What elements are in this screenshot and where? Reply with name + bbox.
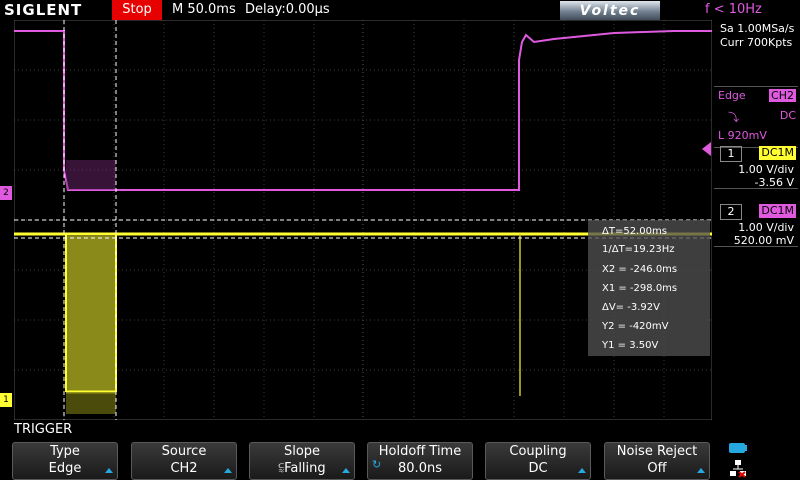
cursor-x2: X2 = -246.0ms <box>602 264 678 275</box>
ch1-offset: -3.56 V <box>754 176 794 189</box>
ch1-coupling: DC1M <box>759 146 796 160</box>
noise-reject-button[interactable]: Noise Reject Off <box>604 442 710 480</box>
trigger-slope-button[interactable]: Slope ⫉Falling <box>249 442 355 480</box>
cursor-x1: X1 = -298.0ms <box>602 283 678 294</box>
trigger-summary[interactable]: Edge CH2 ⤵ DC L 920mV <box>714 86 798 148</box>
ch2-info[interactable]: 2 DC1M 1.00 V/div 520.00 mV <box>714 202 798 247</box>
inverse-delta-t: 1/ΔT=19.23Hz <box>602 244 675 255</box>
select-arrow-icon <box>105 468 113 473</box>
select-arrow-icon <box>224 468 232 473</box>
side-info-panel: Sa 1.00MSa/s Curr 700Kpts Edge CH2 ⤵ DC … <box>712 20 800 440</box>
button-label: Type <box>50 444 80 459</box>
ch2-trace <box>14 30 712 191</box>
holdoff-time-button[interactable]: Holdoff Time 80.0ns ↻ <box>367 442 473 480</box>
network-disconnected-icon <box>730 460 746 478</box>
memory-depth: Curr 700Kpts <box>720 36 793 49</box>
usb-icon <box>729 443 747 453</box>
button-label: Coupling <box>509 444 567 459</box>
trigger-type-button[interactable]: Type Edge <box>12 442 118 480</box>
trigger-level: L 920mV <box>718 129 767 142</box>
ch2-offset: 520.00 mV <box>733 234 794 247</box>
delta-v: ΔV= -3.92V <box>602 302 660 313</box>
trigger-source: CH2 <box>769 89 796 102</box>
brand-logo: SIGLENT <box>4 1 83 19</box>
cursor-measurement-panel: ΔT=52.00ms 1/ΔT=19.23Hz X2 = -246.0ms X1… <box>588 220 710 356</box>
button-value: 80.0ns <box>398 461 442 476</box>
frequency-counter: f < 10Hz <box>705 2 762 17</box>
select-arrow-icon <box>342 468 350 473</box>
ch1-info[interactable]: 1 DC1M 1.00 V/div -3.56 V <box>714 144 798 189</box>
knob-adjust-icon: ↻ <box>372 458 382 471</box>
timebase-readout: M 50.0ms <box>172 2 236 17</box>
ch2-coupling: DC1M <box>759 204 796 218</box>
button-value: ⫉Falling <box>278 461 326 476</box>
button-value: Edge <box>48 461 82 476</box>
trigger-source-button[interactable]: Source CH2 <box>131 442 237 480</box>
delta-t: ΔT=52.00ms <box>602 226 667 237</box>
select-arrow-icon <box>578 468 586 473</box>
ch1-volts-div: 1.00 V/div <box>738 163 794 176</box>
button-label: Noise Reject <box>616 444 698 459</box>
ch2-volts-div: 1.00 V/div <box>738 221 794 234</box>
ch2-number: 2 <box>720 204 742 220</box>
falling-edge-icon: ⤵ <box>728 111 739 124</box>
sample-rate: Sa 1.00MSa/s <box>720 22 795 35</box>
ch1-marker: 1 <box>0 393 12 407</box>
ch2-marker: 2 <box>0 186 12 200</box>
acquisition-info: Sa 1.00MSa/s Curr 700Kpts <box>720 22 794 50</box>
trigger-coupling: DC <box>779 109 796 122</box>
button-value: DC <box>528 461 548 476</box>
trigger-level-pointer-icon <box>702 142 711 156</box>
trigger-type: Edge <box>718 89 746 102</box>
delay-readout: Delay:0.00µs <box>245 2 330 17</box>
cursor-y1: Y1 = 3.50V <box>602 340 659 351</box>
ch1-number: 1 <box>720 146 742 162</box>
cursor-y2: Y2 = -420mV <box>602 321 669 332</box>
button-label: Slope <box>283 444 321 459</box>
button-label: Holdoff Time <box>378 444 462 459</box>
select-arrow-icon <box>697 468 705 473</box>
status-bar: SIGLENT Stop M 50.0ms Delay:0.00µs Volte… <box>0 0 800 21</box>
button-value: Off <box>647 461 667 476</box>
run-stop-indicator[interactable]: Stop <box>112 0 162 20</box>
vendor-badge: Voltec <box>560 1 660 21</box>
button-label: Source <box>161 444 207 459</box>
menu-title: TRIGGER <box>14 422 73 437</box>
trigger-coupling-button[interactable]: Coupling DC <box>485 442 591 480</box>
button-value: CH2 <box>170 461 198 476</box>
